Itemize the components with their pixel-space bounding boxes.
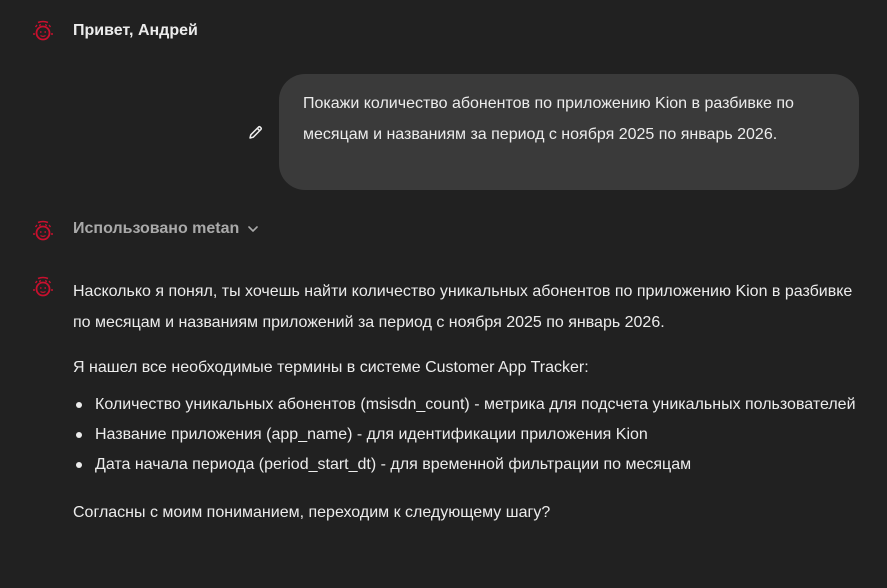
edit-message-button[interactable]: [246, 124, 264, 142]
greeting-text: Привет, Андрей: [73, 22, 198, 39]
assistant-intro-text: Насколько я понял, ты хочешь найти колич…: [73, 283, 853, 331]
assistant-logo-icon: [32, 276, 54, 298]
term-text: Количество уникальных абонентов (msisdn_…: [95, 396, 856, 413]
chat-page: Привет, Андрей Покажи количество абонент…: [0, 0, 887, 588]
assistant-logo-icon: [32, 20, 54, 42]
list-item: Дата начала периода (period_start_dt) - …: [73, 451, 863, 479]
list-item: Название приложения (app_name) - для иде…: [73, 421, 863, 449]
tool-usage-label: Использовано metan: [73, 220, 240, 237]
assistant-question-text: Согласны с моим пониманием, переходим к …: [73, 504, 551, 521]
term-text: Название приложения (app_name) - для иде…: [95, 426, 648, 443]
user-message-text: Покажи количество абонентов по приложени…: [303, 95, 794, 143]
terms-list: Количество уникальных абонентов (msisdn_…: [73, 391, 863, 479]
list-item: Количество уникальных абонентов (msisdn_…: [73, 391, 863, 419]
tool-usage-toggle[interactable]: Использовано metan: [73, 220, 259, 238]
pencil-icon: [249, 125, 263, 139]
bullet-icon: [76, 402, 82, 408]
bullet-icon: [76, 462, 82, 468]
chevron-down-icon: [248, 226, 259, 232]
assistant-terms-intro: Я нашел все необходимые термины в систем…: [73, 359, 589, 376]
assistant-logo-icon: [32, 220, 54, 242]
bullet-icon: [76, 432, 82, 438]
user-message-bubble: Покажи количество абонентов по приложени…: [279, 74, 859, 190]
assistant-message: Насколько я понял, ты хочешь найти колич…: [73, 276, 863, 528]
term-text: Дата начала периода (period_start_dt) - …: [95, 456, 692, 473]
